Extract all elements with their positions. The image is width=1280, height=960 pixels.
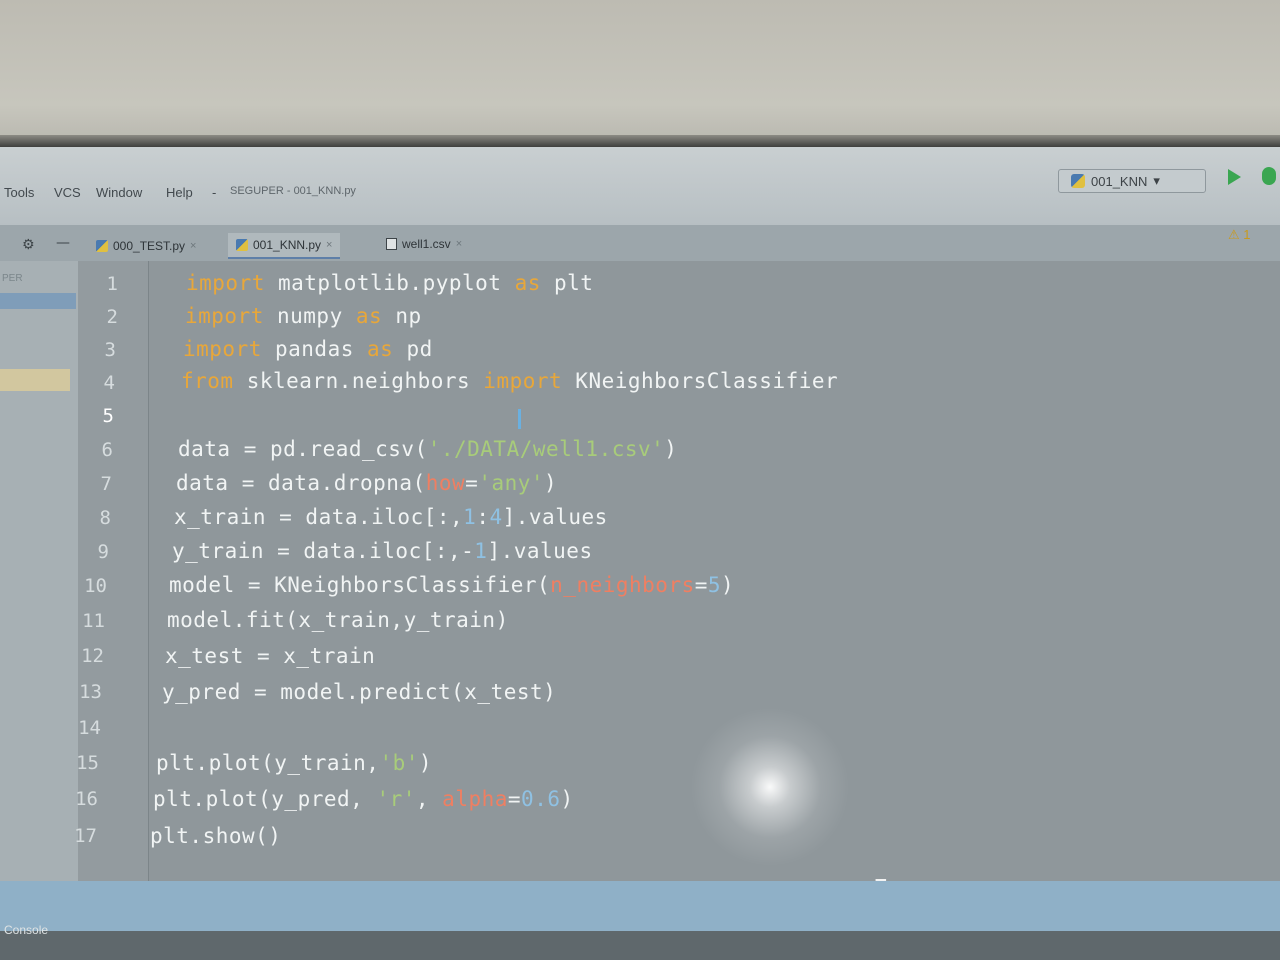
code-line[interactable]: x_train = data.iloc[:,1:4].values: [174, 505, 608, 529]
code-line[interactable]: from sklearn.neighbors import KNeighbors…: [181, 369, 838, 393]
python-icon: [1071, 174, 1085, 188]
line-number: 9: [97, 541, 109, 563]
line-number-current: 5: [102, 405, 114, 427]
code-line[interactable]: import matplotlib.pyplot as plt: [186, 271, 593, 295]
line-number: 10: [84, 575, 107, 597]
run-config-label: 001_KNN: [1091, 173, 1148, 189]
code-line[interactable]: y_pred = model.predict(x_test): [162, 680, 556, 704]
tab-label: 000_TEST.py: [113, 239, 186, 253]
run-config-dropdown[interactable]: 001_KNN ▾: [1058, 169, 1206, 193]
line-number: 16: [75, 788, 98, 810]
line-number: 14: [78, 717, 101, 739]
line-number: 6: [101, 439, 113, 461]
code-editor[interactable]: 1 2 3 4 5 6 7 8 9 10 11 12 13 14 15 16 1…: [74, 261, 1280, 881]
python-file-icon: [96, 240, 108, 252]
editor-bottom-strip: [0, 881, 1280, 931]
tab-label: well1.csv: [402, 237, 451, 251]
line-number: 17: [74, 825, 97, 847]
chevron-down-icon: ▾: [1153, 173, 1160, 188]
line-number: 4: [103, 372, 115, 394]
code-line[interactable]: y_train = data.iloc[:,-1].values: [172, 539, 593, 563]
warning-count: 1: [1243, 227, 1251, 242]
menu-tools[interactable]: Tools: [4, 185, 34, 200]
menu-help[interactable]: Help: [166, 185, 193, 200]
close-icon[interactable]: ×: [326, 239, 332, 251]
projector-glare: [690, 707, 850, 867]
menu-separator: -: [212, 185, 217, 200]
code-line[interactable]: x_test = x_train: [165, 644, 375, 668]
warning-indicator[interactable]: ⚠ 1: [1228, 227, 1251, 243]
tab-001-knn[interactable]: 001_KNN.py ×: [228, 233, 341, 259]
ceiling-wall: [0, 0, 1280, 150]
csv-file-icon: [386, 238, 397, 250]
code-line[interactable]: plt.show(): [150, 824, 281, 848]
ide-window: Tools VCS Window Help - SEGUPER - 001_KN…: [0, 147, 1280, 960]
code-line[interactable]: data = pd.read_csv('./DATA/well1.csv'): [178, 437, 677, 461]
editor-tab-bar: ⚙ — 000_TEST.py × 001_KNN.py × well1.csv…: [0, 225, 1280, 261]
code-line[interactable]: plt.plot(y_train,'b'): [156, 751, 432, 775]
code-line[interactable]: plt.plot(y_pred, 'r', alpha=0.6): [153, 787, 574, 811]
project-selected-item[interactable]: [0, 293, 76, 309]
gear-icon[interactable]: ⚙: [22, 237, 35, 253]
tab-000-test[interactable]: 000_TEST.py ×: [88, 233, 204, 259]
line-number: 8: [99, 507, 111, 529]
menu-window[interactable]: Window: [96, 185, 142, 200]
close-icon[interactable]: ×: [456, 238, 462, 250]
line-number: 12: [81, 645, 104, 667]
gutter-divider: [148, 261, 149, 881]
menu-bar: Tools VCS Window Help - SEGUPER - 001_KN…: [0, 147, 1280, 225]
line-number: 11: [82, 610, 105, 632]
line-gutter: 1 2 3 4 5 6 7 8 9 10 11 12 13 14 15 16 1…: [74, 261, 148, 881]
project-title: SEGUPER - 001_KNN.py: [230, 185, 356, 197]
code-line[interactable]: data = data.dropna(how='any'): [176, 471, 557, 495]
run-icon[interactable]: [1228, 169, 1241, 185]
tab-well1-csv[interactable]: well1.csv ×: [378, 231, 470, 257]
minimize-icon[interactable]: —: [56, 235, 70, 251]
python-file-icon: [236, 239, 248, 251]
code-line[interactable]: model = KNeighborsClassifier(n_neighbors…: [169, 573, 734, 597]
debug-icon[interactable]: [1262, 167, 1276, 185]
line-number: 2: [106, 306, 118, 328]
tab-label: 001_KNN.py: [253, 238, 322, 252]
code-line[interactable]: import pandas as pd: [183, 337, 433, 361]
text-caret: [518, 409, 521, 429]
project-highlight: [0, 369, 70, 391]
console-panel: [0, 931, 1280, 960]
screen-top-edge: [0, 135, 1280, 147]
line-number: 7: [100, 473, 112, 495]
code-line[interactable]: model.fit(x_train,y_train): [167, 608, 509, 632]
warning-icon: ⚠: [1228, 227, 1240, 242]
line-number: 13: [79, 681, 102, 703]
project-panel-label: PER: [2, 273, 23, 284]
close-icon[interactable]: ×: [190, 240, 196, 252]
line-number: 1: [106, 273, 118, 295]
line-number: 3: [104, 339, 116, 361]
line-number: 15: [76, 752, 99, 774]
menu-vcs[interactable]: VCS: [54, 185, 81, 200]
code-line[interactable]: import numpy as np: [185, 304, 422, 328]
console-tab[interactable]: Console: [4, 923, 48, 937]
